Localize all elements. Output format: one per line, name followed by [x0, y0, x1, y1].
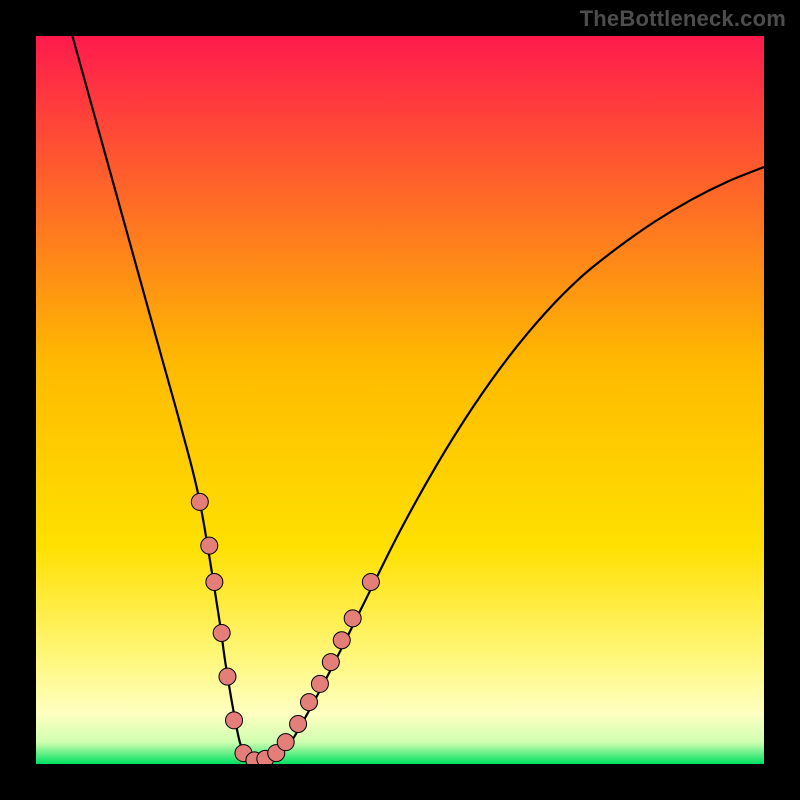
- curve-marker: [322, 654, 339, 671]
- curve-marker: [213, 624, 230, 641]
- bottleneck-curve: [72, 36, 764, 760]
- plot-area: [36, 36, 764, 764]
- curve-marker: [362, 574, 379, 591]
- chart-frame: TheBottleneck.com: [0, 0, 800, 800]
- curve-marker: [290, 715, 307, 732]
- bottleneck-curve-layer: [36, 36, 764, 764]
- curve-marker: [333, 632, 350, 649]
- curve-marker: [219, 668, 236, 685]
- curve-marker: [277, 734, 294, 751]
- curve-marker: [191, 493, 208, 510]
- curve-marker: [301, 694, 318, 711]
- curve-marker: [226, 712, 243, 729]
- curve-marker: [201, 537, 218, 554]
- curve-marker: [311, 675, 328, 692]
- watermark-text: TheBottleneck.com: [580, 6, 786, 32]
- curve-marker: [206, 574, 223, 591]
- curve-marker: [344, 610, 361, 627]
